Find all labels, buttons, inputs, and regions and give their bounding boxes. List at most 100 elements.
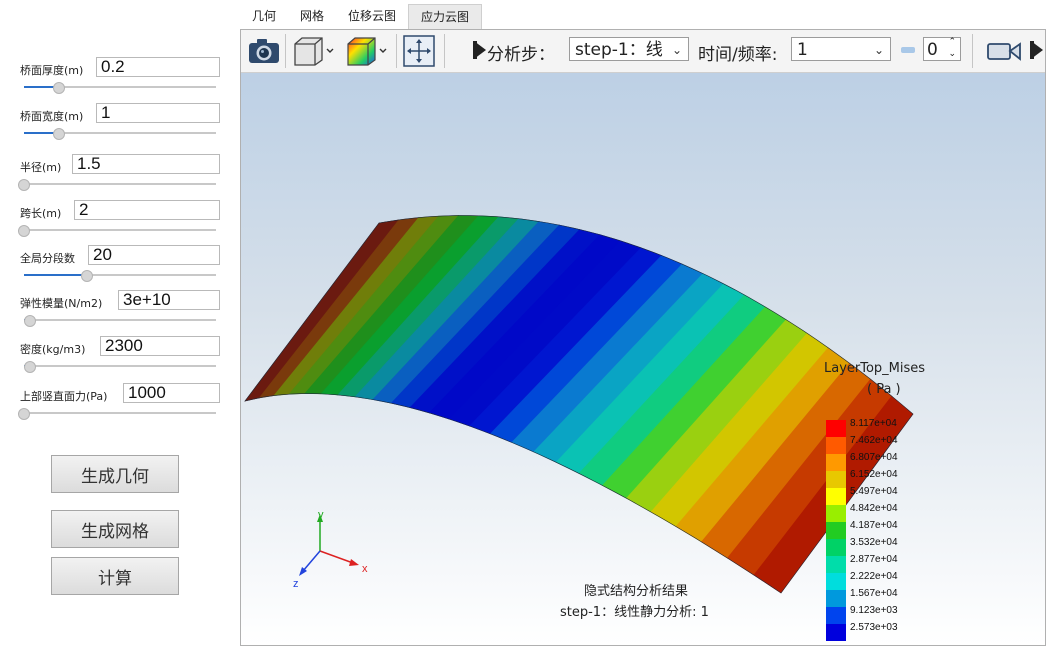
param-slider[interactable] (18, 408, 216, 420)
legend-value: 6.152e+04 (850, 469, 898, 480)
video-record-icon[interactable] (985, 36, 1023, 66)
fit-view-move-icon[interactable] (402, 35, 436, 67)
step-select[interactable]: step-1：线 ⌄ (569, 37, 689, 61)
axis-label-x: x (362, 563, 368, 575)
param-slider[interactable] (18, 179, 216, 191)
frame-spinbox-value: 0 (927, 40, 938, 60)
param-row: 上部竖直面力(Pa) 1000 (18, 383, 220, 427)
legend-value: 7.462e+04 (850, 435, 898, 446)
tab-mesh[interactable]: 网格 (288, 4, 336, 28)
tab-displacement-contour[interactable]: 位移云图 (336, 4, 408, 28)
param-slider-thumb[interactable] (18, 408, 30, 420)
param-slider[interactable] (23, 361, 216, 373)
legend-swatch (826, 522, 846, 539)
frame-slider-icon[interactable] (900, 44, 916, 56)
param-input[interactable]: 20 (88, 245, 220, 265)
viewer-toolbar: 分析步： step-1：线 ⌄ 时间/频率: 1 ⌄ 0 ⌃ ⌄ (241, 30, 1045, 73)
param-slider-thumb[interactable] (18, 225, 30, 237)
axis-triad (299, 514, 359, 576)
legend-value: 5.497e+04 (850, 486, 898, 497)
param-input[interactable]: 2 (74, 200, 220, 220)
chevron-down-icon: ⌄ (671, 43, 682, 57)
legend-swatch (826, 556, 846, 573)
parameter-panel: 桥面厚度(m) 0.2 桥面宽度(m) 1 半径(m) 1.5 跨长(m) 2 全局分段数 20 弹… (0, 0, 232, 655)
param-slider[interactable] (24, 82, 216, 94)
param-input[interactable]: 0.2 (96, 57, 220, 77)
legend-value: 2.222e+04 (850, 571, 898, 582)
param-slider-thumb[interactable] (52, 128, 65, 140)
legend-swatch (826, 624, 846, 641)
param-input[interactable]: 1000 (123, 383, 220, 403)
param-input[interactable]: 3e+10 (118, 290, 220, 310)
view-tabs: 几何 网格 位移云图 应力云图 (240, 4, 483, 30)
spin-arrows-icon[interactable]: ⌃ ⌄ (948, 36, 956, 60)
result-caption-title: 隐式结构分析结果 (584, 584, 689, 599)
param-row: 跨长(m) 2 (18, 200, 220, 244)
next-frame-icon[interactable] (1029, 40, 1045, 60)
legend-swatch (826, 573, 846, 590)
step-select-value: step-1：线 (575, 40, 663, 60)
legend-value: 6.807e+04 (850, 452, 898, 463)
param-label: 桥面厚度(m) (20, 64, 84, 77)
legend-value: 4.187e+04 (850, 520, 898, 531)
tab-geometry[interactable]: 几何 (240, 4, 288, 28)
param-label: 桥面宽度(m) (20, 110, 84, 123)
tab-stress-contour[interactable]: 应力云图 (408, 4, 483, 29)
legend-swatch (826, 488, 846, 505)
param-row: 半径(m) 1.5 (18, 154, 220, 198)
generate-geometry-button[interactable]: 生成几何 (51, 455, 179, 493)
param-row: 弹性模量(N/m2) 3e+10 (20, 290, 220, 334)
param-slider-fill (24, 274, 88, 276)
legend-swatch (826, 505, 846, 522)
legend-unit: ( Pa ) (867, 382, 901, 397)
view-cube-icon[interactable] (291, 36, 337, 66)
contour-style-icon[interactable] (344, 36, 390, 66)
legend-swatch (826, 590, 846, 607)
param-label: 全局分段数 (20, 252, 75, 265)
param-slider[interactable] (23, 315, 216, 327)
frame-spinbox[interactable]: 0 ⌃ ⌄ (923, 37, 961, 61)
param-row: 全局分段数 20 (20, 245, 220, 289)
legend-value: 3.532e+04 (850, 537, 898, 548)
param-slider-thumb[interactable] (18, 179, 30, 191)
param-slider-thumb[interactable] (81, 270, 94, 282)
param-label: 跨长(m) (20, 207, 62, 220)
param-slider-thumb[interactable] (52, 82, 65, 94)
result-caption-step: step-1：线性静力分析: 1 (560, 605, 709, 620)
param-label: 上部竖直面力(Pa) (20, 390, 108, 403)
param-input[interactable]: 2300 (100, 336, 220, 356)
param-label: 半径(m) (20, 161, 62, 174)
param-slider[interactable] (18, 225, 216, 237)
time-frequency-select[interactable]: 1 ⌄ (791, 37, 891, 61)
param-slider[interactable] (24, 128, 216, 140)
param-slider-thumb[interactable] (23, 315, 36, 327)
step-marker-icon (473, 40, 487, 60)
time-frequency-value: 1 (797, 40, 808, 60)
generate-mesh-button[interactable]: 生成网格 (51, 510, 179, 548)
chevron-down-icon: ⌄ (873, 43, 884, 57)
param-row: 桥面厚度(m) 0.2 (20, 57, 220, 101)
param-row: 密度(kg/m3) 2300 (20, 336, 220, 380)
param-row: 桥面宽度(m) 1 (20, 103, 220, 147)
camera-icon[interactable] (247, 36, 281, 66)
param-input[interactable]: 1.5 (72, 154, 220, 174)
legend-swatch (826, 471, 846, 488)
legend-value: 9.123e+03 (850, 605, 898, 616)
legend-swatch (826, 454, 846, 471)
legend-swatch (826, 437, 846, 454)
legend-value: 8.117e+04 (850, 418, 897, 429)
param-label: 弹性模量(N/m2) (20, 297, 103, 310)
axis-label-y: y (318, 509, 324, 521)
compute-button[interactable]: 计算 (51, 557, 179, 595)
time-frequency-label: 时间/频率: (698, 45, 778, 65)
param-slider-thumb[interactable] (23, 361, 36, 373)
legend-swatch (826, 607, 846, 624)
param-slider[interactable] (24, 270, 216, 282)
legend-title: LayerTop_Mises (824, 361, 926, 376)
legend-value: 2.877e+04 (850, 554, 898, 565)
3d-viewport[interactable]: 分析步： step-1：线 ⌄ 时间/频率: 1 ⌄ 0 ⌃ ⌄ LayerTo… (240, 29, 1046, 646)
legend-swatch (826, 539, 846, 556)
axis-label-z: z (293, 578, 299, 590)
legend-value: 4.842e+04 (850, 503, 898, 514)
param-input[interactable]: 1 (96, 103, 220, 123)
